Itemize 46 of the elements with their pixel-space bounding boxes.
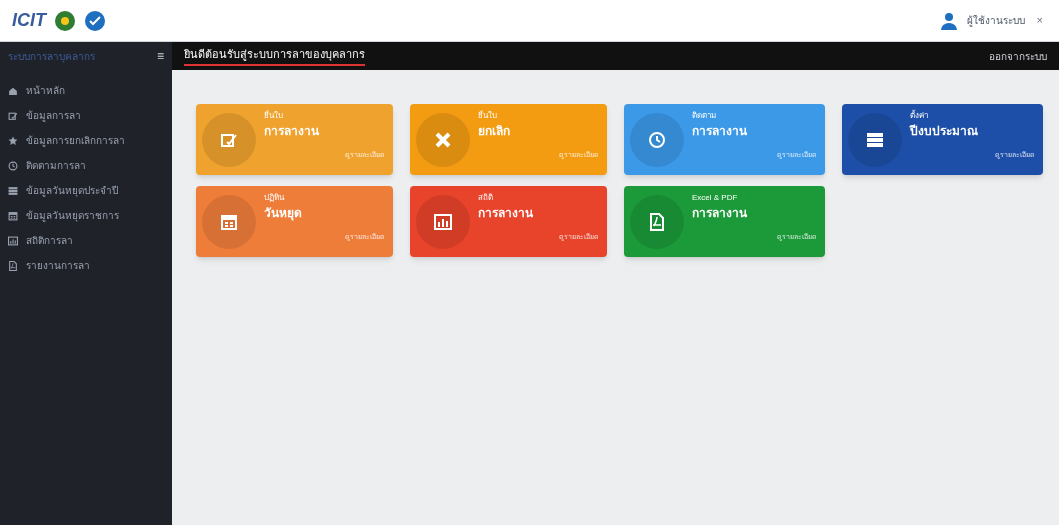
- sidebar-item[interactable]: ข้อมูลการลา: [0, 103, 172, 128]
- sidebar-item[interactable]: ติดตามการลา: [0, 153, 172, 178]
- logout-link[interactable]: ออกจากระบบ: [989, 48, 1047, 64]
- user-name[interactable]: ผู้ใช้งานระบบ: [966, 13, 1025, 28]
- home-icon: [8, 85, 18, 96]
- star-icon: [8, 135, 18, 146]
- document-icon: [648, 213, 666, 231]
- bar-chart-icon: [434, 213, 452, 231]
- card-caption: ปฏิทิน: [264, 192, 286, 204]
- edit-icon: [8, 110, 18, 121]
- card-title: การลางาน: [478, 205, 534, 222]
- sidebar-title: ระบบการลาบุคลากร: [8, 49, 95, 64]
- check-logo-icon: [84, 9, 106, 32]
- sidebar-item[interactable]: รายงานการลา: [0, 253, 172, 278]
- bar-chart-icon: [8, 235, 18, 246]
- card-title: การลางาน: [692, 205, 748, 222]
- sidebar-item[interactable]: ข้อมูลการยกเลิกการลา: [0, 128, 172, 153]
- list-icon: [8, 185, 18, 196]
- calendar-icon: [8, 210, 18, 221]
- sidebar-item[interactable]: ข้อมูลวันหยุดประจำปี: [0, 178, 172, 203]
- card-caption: ตั้งค่า: [910, 110, 929, 122]
- card-title: การลางาน: [264, 123, 320, 140]
- card-caption: ยื่นใบ: [478, 110, 498, 122]
- card-title: ยกเลิก: [478, 123, 511, 140]
- user-avatar-icon[interactable]: [938, 10, 959, 31]
- sidebar-item[interactable]: ข้อมูลวันหยุดราชการ: [0, 203, 172, 228]
- card-caption: สถิติ: [478, 192, 494, 204]
- card-caption: ติดตาม: [692, 110, 717, 122]
- edit-icon: [220, 131, 238, 149]
- page-title: ยินดีต้อนรับสู่ระบบการลาของบุคลากร: [184, 45, 365, 67]
- card-title: วันหยุด: [264, 205, 303, 222]
- card-caption: Excel & PDF: [692, 192, 739, 204]
- card-title: ปีงบประมาณ: [910, 123, 979, 140]
- close-icon: [434, 131, 452, 149]
- document-icon: [8, 260, 18, 271]
- logo-text: ICIT: [12, 9, 46, 32]
- card-title: การลางาน: [692, 123, 748, 140]
- list-icon: [866, 131, 884, 149]
- sidebar-item[interactable]: สถิติการลา: [0, 228, 172, 253]
- close-icon[interactable]: ×: [1032, 12, 1047, 29]
- clock-icon: [8, 160, 18, 171]
- card-caption: ยื่นใบ: [264, 110, 284, 122]
- calendar-icon: [220, 213, 238, 231]
- sidebar-item[interactable]: หน้าหลัก: [0, 78, 172, 103]
- clock-icon: [648, 131, 666, 149]
- menu-icon[interactable]: ≡: [157, 47, 164, 65]
